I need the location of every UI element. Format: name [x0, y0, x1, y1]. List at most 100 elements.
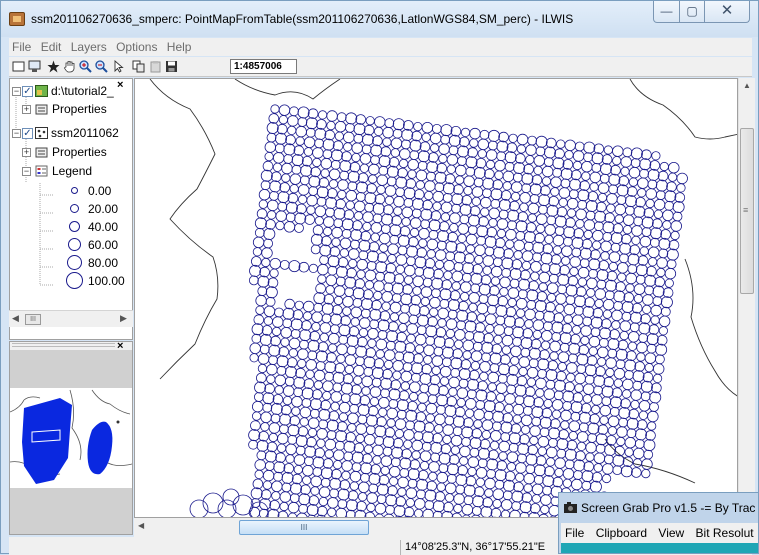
- point-symbol: [396, 188, 405, 197]
- sg-menu-file[interactable]: File: [561, 523, 588, 543]
- point-symbol: [532, 406, 543, 417]
- point-symbol: [518, 290, 527, 299]
- map-hscroll-thumb[interactable]: III: [239, 520, 369, 535]
- point-symbol: [461, 282, 472, 293]
- point-symbol: [300, 176, 309, 185]
- select-star-icon[interactable]: [47, 60, 60, 73]
- tree-expander[interactable]: +: [22, 105, 31, 114]
- point-symbol: [298, 427, 308, 437]
- point-symbol: [652, 152, 660, 160]
- overview-grip[interactable]: [12, 343, 115, 347]
- print-icon[interactable]: [28, 60, 41, 73]
- point-symbol: [575, 373, 586, 384]
- point-symbol: [281, 338, 289, 346]
- point-symbol: [379, 397, 390, 408]
- point-symbol: [361, 298, 372, 309]
- screen-grab-body: [561, 543, 759, 554]
- point-symbol: [500, 355, 510, 365]
- point-symbol: [257, 209, 267, 219]
- point-symbol: [594, 144, 604, 154]
- point-symbol: [558, 363, 566, 371]
- point-symbol: [387, 166, 398, 177]
- point-symbol: [444, 271, 452, 279]
- sg-menu-clipboard[interactable]: Clipboard: [592, 523, 651, 543]
- paste-icon[interactable]: [149, 60, 162, 73]
- menu-layers[interactable]: Layers: [68, 38, 110, 56]
- save-icon[interactable]: [165, 60, 178, 73]
- point-symbol: [661, 230, 671, 240]
- point-symbol: [544, 399, 552, 407]
- screen-grab-window[interactable]: Screen Grab Pro v1.5 -= By Trac File Cli…: [558, 492, 759, 554]
- point-symbol: [513, 337, 522, 346]
- map-vertical-scrollbar[interactable]: ▲ ≡: [738, 78, 755, 518]
- point-symbol: [543, 486, 552, 495]
- point-symbol: [432, 289, 441, 298]
- properties-icon: [35, 103, 48, 115]
- tree-expander[interactable]: −: [22, 167, 31, 176]
- title-bar[interactable]: ssm201106270636_smperc: PointMapFromTabl…: [1, 1, 758, 37]
- pan-hand-icon[interactable]: [63, 60, 76, 73]
- menu-options[interactable]: Options: [113, 38, 160, 56]
- point-symbol: [383, 436, 394, 447]
- point-symbol: [520, 435, 530, 445]
- point-symbol: [500, 288, 508, 296]
- point-symbol: [378, 330, 387, 339]
- point-symbol: [255, 228, 264, 237]
- point-symbol: [283, 319, 292, 328]
- point-symbol: [469, 370, 479, 380]
- point-symbol: [496, 383, 507, 394]
- menu-help[interactable]: Help: [164, 38, 195, 56]
- tree-scroll-thumb[interactable]: III: [25, 314, 41, 325]
- point-symbol: [385, 428, 395, 438]
- map-horizontal-scrollbar[interactable]: ◀ III: [134, 518, 559, 537]
- point-symbol: [474, 178, 483, 187]
- layer-1-checkbox[interactable]: ✓: [22, 86, 33, 97]
- point-symbol: [542, 331, 553, 342]
- point-symbol: [517, 134, 528, 145]
- tree-expander[interactable]: −: [12, 129, 21, 138]
- tree-horizontal-scrollbar[interactable]: ◀ III ▶: [9, 310, 133, 327]
- point-symbol: [281, 327, 292, 338]
- new-map-icon[interactable]: [12, 60, 25, 73]
- point-symbol: [598, 425, 608, 435]
- point-symbol: [267, 133, 276, 142]
- point-symbol: [553, 477, 563, 487]
- point-symbol: [677, 184, 685, 192]
- point-symbol: [263, 393, 274, 404]
- tree-expander[interactable]: −: [12, 87, 21, 96]
- layer-2-checkbox[interactable]: ✓: [22, 128, 33, 139]
- close-button[interactable]: ✕: [704, 1, 750, 23]
- zoom-out-icon[interactable]: [95, 60, 108, 73]
- point-symbol: [590, 172, 601, 183]
- scroll-up-icon[interactable]: ▲: [743, 81, 751, 90]
- map-vscroll-thumb[interactable]: ≡: [740, 128, 754, 294]
- point-symbol: [549, 438, 558, 447]
- point-symbol: [347, 346, 356, 355]
- point-symbol: [383, 127, 394, 138]
- menu-edit[interactable]: Edit: [38, 38, 65, 56]
- tree-expander[interactable]: +: [22, 148, 31, 157]
- sg-menu-bit-resolution[interactable]: Bit Resolut: [692, 523, 758, 543]
- minimize-button[interactable]: —: [653, 1, 680, 23]
- sg-menu-view[interactable]: View: [654, 523, 688, 543]
- point-symbol: [487, 459, 498, 470]
- scroll-left-icon[interactable]: ◀: [138, 521, 144, 530]
- copy-icon[interactable]: [132, 60, 145, 73]
- maximize-button[interactable]: ▢: [679, 1, 705, 23]
- point-symbol: [421, 287, 432, 298]
- point-symbol: [367, 493, 378, 504]
- menu-file[interactable]: File: [9, 38, 34, 56]
- zoom-in-icon[interactable]: [79, 60, 92, 73]
- scale-field[interactable]: 1:4857006: [230, 59, 297, 74]
- point-symbol: [271, 336, 281, 346]
- scroll-right-icon[interactable]: ▶: [120, 313, 127, 324]
- overview-map[interactable]: [10, 350, 132, 534]
- point-symbol: [408, 479, 417, 488]
- point-symbol: [484, 333, 494, 343]
- map-view[interactable]: [134, 78, 738, 518]
- pointer-icon[interactable]: [112, 60, 125, 73]
- point-map-canvas[interactable]: [135, 79, 738, 518]
- point-symbol: [362, 145, 371, 154]
- scroll-left-icon[interactable]: ◀: [12, 313, 19, 324]
- point-symbol: [288, 502, 299, 513]
